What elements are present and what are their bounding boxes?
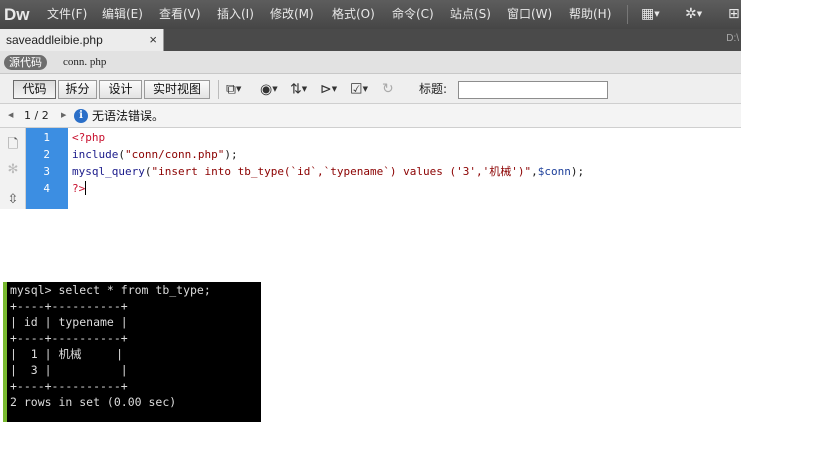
title-input[interactable] (458, 81, 608, 99)
expand-all-icon[interactable]: ⇳ (5, 192, 21, 208)
code-token: ?> (72, 182, 86, 195)
menu-view[interactable]: 查看(V) (159, 7, 201, 22)
code-token: "insert into tb_type(`id`,`typename`) va… (151, 165, 532, 178)
console-line: | 1 | 机械 | (10, 347, 124, 361)
console-line: | id | typename | (10, 315, 128, 329)
check-page-icon[interactable]: ☑▼ (350, 80, 368, 99)
live-view-button[interactable]: 实时视图 (144, 80, 210, 99)
code-view-button[interactable]: 代码 (13, 80, 56, 99)
error-count: 1 / 2 (24, 109, 49, 122)
text-cursor (85, 181, 87, 195)
line-number-gutter: 1 2 3 4 (26, 128, 68, 209)
code-token: "conn/conn.php" (124, 148, 225, 161)
design-view-button[interactable]: 设计 (99, 80, 142, 99)
next-error-icon[interactable]: ▶ (61, 110, 66, 121)
console-line: +----+----------+ (10, 379, 128, 393)
syntax-message: 无语法错误。 (92, 109, 165, 123)
document-toolbar: 代码 拆分 设计 实时视图 ⧉▼ ◉▼ ⇅▼ ⊳▼ ☑▼ ↻ 标题: (0, 74, 741, 104)
coding-toolbar: 🗋 ✻ ⇳ (0, 128, 26, 209)
console-line: mysql> select * from tb_type; (10, 283, 211, 297)
menu-separator (627, 5, 628, 24)
title-label: 标题: (419, 82, 448, 96)
file-path: D:\ (726, 33, 739, 44)
code-line-3[interactable]: mysql_query("insert into tb_type(`id`,`t… (72, 163, 584, 180)
info-icon: i (74, 109, 88, 123)
menu-site[interactable]: 站点(S) (450, 7, 491, 22)
code-line-2[interactable]: include("conn/conn.php"); (72, 146, 238, 163)
code-line-4[interactable]: ?> (72, 180, 87, 197)
layout-icon[interactable]: ▦▼ (641, 4, 660, 24)
console-line: 2 rows in set (0.00 sec) (10, 395, 177, 409)
mysql-console: mysql> select * from tb_type; +----+----… (3, 282, 261, 422)
code-token: ); (570, 165, 585, 178)
console-line: +----+----------+ (10, 299, 128, 313)
tab-saveaddleibie[interactable]: saveaddleibie.php × (0, 29, 164, 51)
menu-window[interactable]: 窗口(W) (507, 7, 552, 22)
menu-insert[interactable]: 插入(I) (217, 7, 254, 22)
code-token: $conn (537, 165, 571, 178)
collapse-icon[interactable]: ✻ (5, 162, 21, 178)
line-number: 3 (43, 165, 50, 178)
browser-preview-icon[interactable]: ◉▼ (260, 80, 278, 99)
live-code-icon[interactable]: ⊳▼ (320, 80, 337, 99)
multiscreen-icon[interactable]: ⧉▼ (226, 80, 241, 99)
line-number: 1 (43, 131, 50, 144)
toolbar-separator (218, 80, 219, 99)
tab-label: saveaddleibie.php (6, 33, 103, 47)
menu-bar: Dw 文件(F) 编辑(E) 查看(V) 插入(I) 修改(M) 格式(O) 命… (0, 0, 741, 29)
related-files-bar: 源代码 conn. php (0, 51, 741, 74)
refresh-icon[interactable]: ↻ (382, 80, 394, 99)
gear-icon[interactable]: ✲▼ (685, 4, 702, 24)
code-token: mysql_query (72, 165, 145, 178)
prev-error-icon[interactable]: ◀ (8, 110, 13, 121)
dreamweaver-window: Dw 文件(F) 编辑(E) 查看(V) 插入(I) 修改(M) 格式(O) 命… (0, 0, 741, 128)
line-number: 2 (43, 148, 50, 161)
document-tab-bar: saveaddleibie.php × D:\ (0, 29, 741, 51)
menu-help[interactable]: 帮助(H) (569, 7, 611, 22)
split-view-button[interactable]: 拆分 (58, 80, 97, 99)
open-documents-icon[interactable]: 🗋 (5, 137, 21, 153)
related-file-conn[interactable]: conn. php (63, 55, 106, 70)
code-token: , (531, 165, 538, 178)
close-icon[interactable]: × (149, 29, 157, 51)
file-management-icon[interactable]: ⇅▼ (290, 80, 307, 99)
console-line: +----+----------+ (10, 331, 128, 345)
source-code-button[interactable]: 源代码 (4, 55, 47, 70)
code-token: ); (224, 148, 238, 161)
menu-edit[interactable]: 编辑(E) (102, 7, 143, 22)
menu-format[interactable]: 格式(O) (332, 7, 375, 22)
code-token: <?php (72, 131, 106, 144)
syntax-status-bar: ◀ 1 / 2 ▶ i 无语法错误。 (0, 104, 741, 128)
code-line-1[interactable]: <?php (72, 129, 105, 146)
code-editor[interactable]: 🗋 ✻ ⇳ 1 2 3 4 <?php include("conn/conn.p… (0, 128, 741, 209)
code-token: include (72, 148, 119, 161)
code-token: ( (118, 148, 125, 161)
menu-modify[interactable]: 修改(M) (270, 7, 314, 22)
line-number: 4 (43, 182, 50, 195)
site-icon[interactable]: ⊞ (728, 4, 740, 24)
menu-file[interactable]: 文件(F) (47, 7, 87, 22)
dw-logo: Dw (4, 5, 30, 24)
menu-commands[interactable]: 命令(C) (392, 7, 434, 22)
console-line: | 3 | | (10, 363, 128, 377)
